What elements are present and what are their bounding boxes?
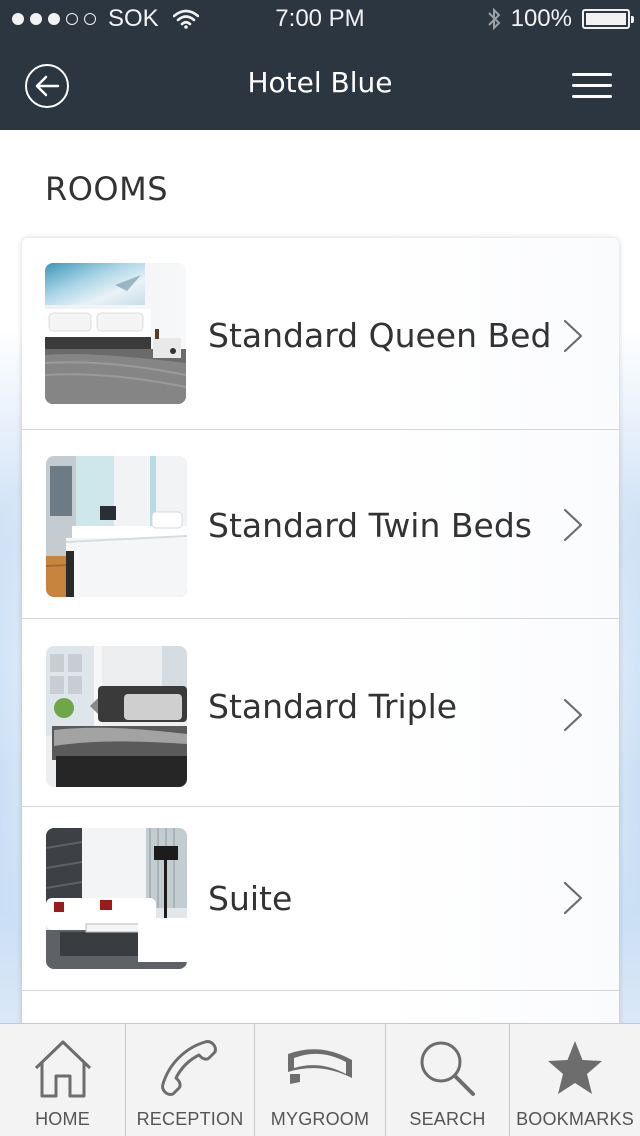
room-label: Standard Twin Beds	[208, 506, 532, 545]
status-bar: SOK 7:00 PM 100%	[0, 0, 640, 38]
section-title: ROOMS	[45, 170, 169, 208]
menu-button[interactable]	[572, 73, 612, 99]
top-bar: SOK 7:00 PM 100% Hotel Blue	[0, 0, 640, 130]
chevron-right-icon	[563, 508, 583, 542]
room-thumbnail	[45, 263, 186, 404]
room-row-standard-twin-beds[interactable]: Standard Twin Beds	[22, 430, 619, 619]
tab-bar: HOME RECEPTION MYGROOM SEARCH BOOKMARKS	[0, 1023, 640, 1136]
home-icon	[34, 1040, 91, 1098]
room-row-standard-queen-bed[interactable]: Standard Queen Bed	[22, 238, 619, 430]
room-photo-suite	[46, 828, 187, 969]
tab-label: RECEPTION	[136, 1109, 244, 1129]
battery-percent: 100%	[510, 5, 572, 32]
search-icon	[420, 1041, 475, 1096]
page-title: Hotel Blue	[247, 66, 393, 99]
tab-mygroom[interactable]: MYGROOM	[255, 1024, 386, 1136]
room-photo-twin	[46, 456, 187, 597]
hamburger-line	[572, 84, 612, 87]
status-right: 100%	[487, 5, 634, 33]
chevron-right-icon	[563, 319, 583, 353]
room-thumbnail	[46, 828, 187, 969]
tab-label: MYGROOM	[270, 1109, 370, 1129]
hamburger-line	[572, 73, 612, 76]
chevron-right-icon	[563, 698, 583, 732]
room-photo-queen	[45, 263, 186, 404]
room-thumbnail	[46, 646, 187, 787]
tab-bookmarks[interactable]: BOOKMARKS	[510, 1024, 640, 1136]
hamburger-line	[572, 95, 612, 98]
rooms-list: Standard Queen Bed Standard Twin Beds St…	[22, 238, 619, 1038]
room-label: Standard Triple	[208, 687, 458, 726]
room-photo-triple	[46, 646, 187, 787]
room-row-suite[interactable]: Suite	[22, 807, 619, 991]
tab-home[interactable]: HOME	[0, 1024, 126, 1136]
battery-icon	[582, 9, 634, 29]
tab-reception[interactable]: RECEPTION	[126, 1024, 255, 1136]
room-thumbnail	[46, 456, 187, 597]
phone-icon	[161, 1040, 217, 1096]
bluetooth-icon	[487, 7, 501, 31]
room-key-icon	[288, 1049, 352, 1084]
room-row-standard-triple[interactable]: Standard Triple	[22, 619, 619, 807]
tab-search[interactable]: SEARCH	[386, 1024, 510, 1136]
star-icon	[548, 1041, 602, 1094]
chevron-right-icon	[563, 881, 583, 915]
room-label: Standard Queen Bed	[208, 316, 552, 355]
room-label: Suite	[208, 879, 293, 918]
tab-label: HOME	[35, 1109, 90, 1129]
tab-label: BOOKMARKS	[516, 1109, 634, 1129]
tab-label: SEARCH	[409, 1109, 486, 1129]
